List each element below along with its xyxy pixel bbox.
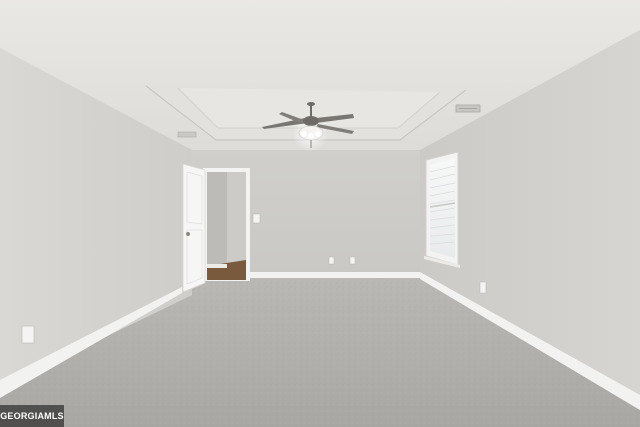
room-photo: GEORGIAMLS — [0, 0, 640, 427]
wall-outlet — [479, 281, 487, 294]
ceiling-vent — [177, 131, 197, 138]
wall-outlet — [21, 325, 35, 344]
light-switch — [252, 213, 261, 224]
door-knob-icon — [186, 232, 190, 236]
open-door — [182, 163, 206, 293]
wall-outlet — [328, 256, 335, 265]
doorway — [203, 168, 250, 281]
wall-outlet — [349, 256, 356, 265]
room-illustration — [0, 0, 640, 427]
mls-watermark-logo: GEORGIAMLS — [0, 405, 64, 427]
window — [424, 151, 460, 268]
ceiling-vent — [455, 104, 481, 113]
